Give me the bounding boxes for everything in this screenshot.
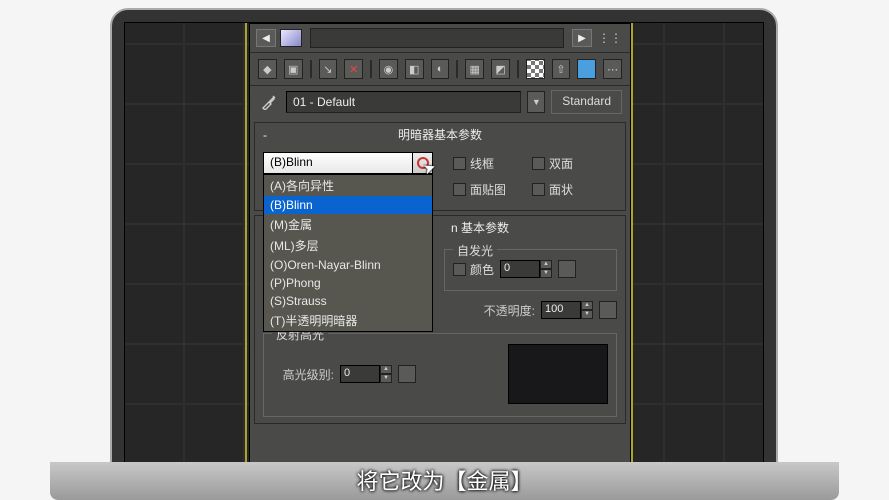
self-illum-label: 自发光 <box>453 242 497 259</box>
laptop-frame: ◀ ▶ ⋮⋮ ◆ ▣ ↘ ✕ ◉ ◧ ◐ ▦ ◩ <box>110 8 778 478</box>
eyedropper-icon[interactable] <box>258 92 280 112</box>
put-library-icon[interactable]: ◧ <box>405 59 424 79</box>
material-name-field[interactable]: 01 - Default <box>286 91 521 113</box>
next-sample-button[interactable]: ▶ <box>572 29 592 47</box>
facemap-checkbox[interactable]: 面贴图 <box>453 181 506 198</box>
shader-option-phong[interactable]: (P)Phong <box>264 274 432 292</box>
specular-highlights-group: 反射高光 高光级别: 0 ▲▼ <box>263 333 617 417</box>
assign-selection-icon[interactable]: ↘ <box>319 59 338 79</box>
background-icon[interactable] <box>526 59 545 79</box>
go-forward-icon[interactable] <box>577 59 596 79</box>
self-illumination-group: 自发光 颜色 0 ▲▼ <box>444 249 617 291</box>
separator <box>517 60 519 78</box>
shader-option-multilayer[interactable]: (ML)多层 <box>264 235 432 256</box>
wireframe-checkbox[interactable]: 线框 <box>453 155 494 172</box>
separator <box>370 60 372 78</box>
separator <box>310 60 312 78</box>
shader-type-selected[interactable]: (B)Blinn <box>263 152 413 174</box>
faceted-checkbox[interactable]: 面状 <box>532 181 573 198</box>
opacity-map-button[interactable] <box>599 301 617 319</box>
material-type-button[interactable]: Standard <box>551 90 622 114</box>
separator <box>456 60 458 78</box>
shader-option-blinn[interactable]: (B)Blinn <box>264 196 432 214</box>
material-editor-panel: ◀ ▶ ⋮⋮ ◆ ▣ ↘ ✕ ◉ ◧ ◐ ▦ ◩ <box>249 23 631 463</box>
checkbox-row-1: 线框 双面 <box>453 152 617 178</box>
options-icon[interactable]: ⋮⋮ <box>596 31 624 45</box>
video-subtitle: 将它改为【金属】 <box>0 464 889 496</box>
checkbox-row-2: 面贴图 面状 <box>453 178 617 204</box>
sample-scroll-track <box>310 28 564 48</box>
go-parent-icon[interactable]: ⇧ <box>552 59 571 79</box>
material-sample-slot[interactable] <box>280 29 302 47</box>
material-sample-bar: ◀ ▶ ⋮⋮ <box>250 24 630 53</box>
rollup-title: 明暗器基本参数 <box>398 128 482 142</box>
self-illum-map-button[interactable] <box>558 260 576 278</box>
collapse-icon: - <box>263 128 267 142</box>
shader-type-combo[interactable]: (B)Blinn ➤ (A)各向异性 (B)Blinn (M)金属 (ML)多层… <box>263 152 433 174</box>
spec-level-label: 高光级别: <box>272 366 334 383</box>
make-unique-icon[interactable]: ◉ <box>379 59 398 79</box>
viewport-left <box>125 23 247 463</box>
material-effects-icon[interactable]: ◐ <box>431 59 450 79</box>
highlight-curve-preview <box>508 344 608 404</box>
two-sided-checkbox[interactable]: 双面 <box>532 155 573 172</box>
material-toolbar: ◆ ▣ ↘ ✕ ◉ ◧ ◐ ▦ ◩ ⇧ ⋯ <box>250 53 630 86</box>
shader-option-oren-nayar[interactable]: (O)Oren-Nayar-Blinn <box>264 256 432 274</box>
shader-option-translucent[interactable]: (T)半透明明暗器 <box>264 310 432 331</box>
opacity-spinner[interactable]: 100 ▲▼ <box>541 301 593 319</box>
material-name-dropdown[interactable]: ▼ <box>527 91 545 113</box>
shader-dropdown-list: (A)各向异性 (B)Blinn (M)金属 (ML)多层 (O)Oren-Na… <box>263 174 433 332</box>
rollup-header-basic[interactable]: - 明暗器基本参数 <box>255 123 625 146</box>
viewport-right <box>631 23 763 463</box>
shader-basic-params-rollup: - 明暗器基本参数 (B)Blinn ➤ (A)各向异性 (B)Blinn <box>254 122 626 211</box>
spec-level-map-button[interactable] <box>398 365 416 383</box>
self-illum-color-checkbox[interactable]: 颜色 <box>453 261 494 278</box>
get-material-icon[interactable]: ◆ <box>258 59 277 79</box>
options-icon[interactable]: ⋯ <box>603 59 622 79</box>
shader-type-dropdown-button[interactable]: ➤ <box>413 152 433 174</box>
shader-option-strauss[interactable]: (S)Strauss <box>264 292 432 310</box>
material-name-row: 01 - Default ▼ Standard <box>250 86 630 118</box>
show-map-icon[interactable]: ▦ <box>465 59 484 79</box>
spec-level-spinner[interactable]: 0 ▲▼ <box>340 365 392 383</box>
opacity-label: 不透明度: <box>484 302 535 319</box>
self-illum-spinner[interactable]: 0 ▲▼ <box>500 260 552 278</box>
prev-sample-button[interactable]: ◀ <box>256 29 276 47</box>
apply-material-icon[interactable]: ▣ <box>284 59 303 79</box>
delete-icon[interactable]: ✕ <box>344 59 363 79</box>
shader-option-anisotropic[interactable]: (A)各向异性 <box>264 175 432 196</box>
screen: ◀ ▶ ⋮⋮ ◆ ▣ ↘ ✕ ◉ ◧ ◐ ▦ ◩ <box>124 22 764 464</box>
show-end-result-icon[interactable]: ◩ <box>491 59 510 79</box>
rollup-title: n 基本参数 <box>451 221 509 235</box>
shader-option-metal[interactable]: (M)金属 <box>264 214 432 235</box>
